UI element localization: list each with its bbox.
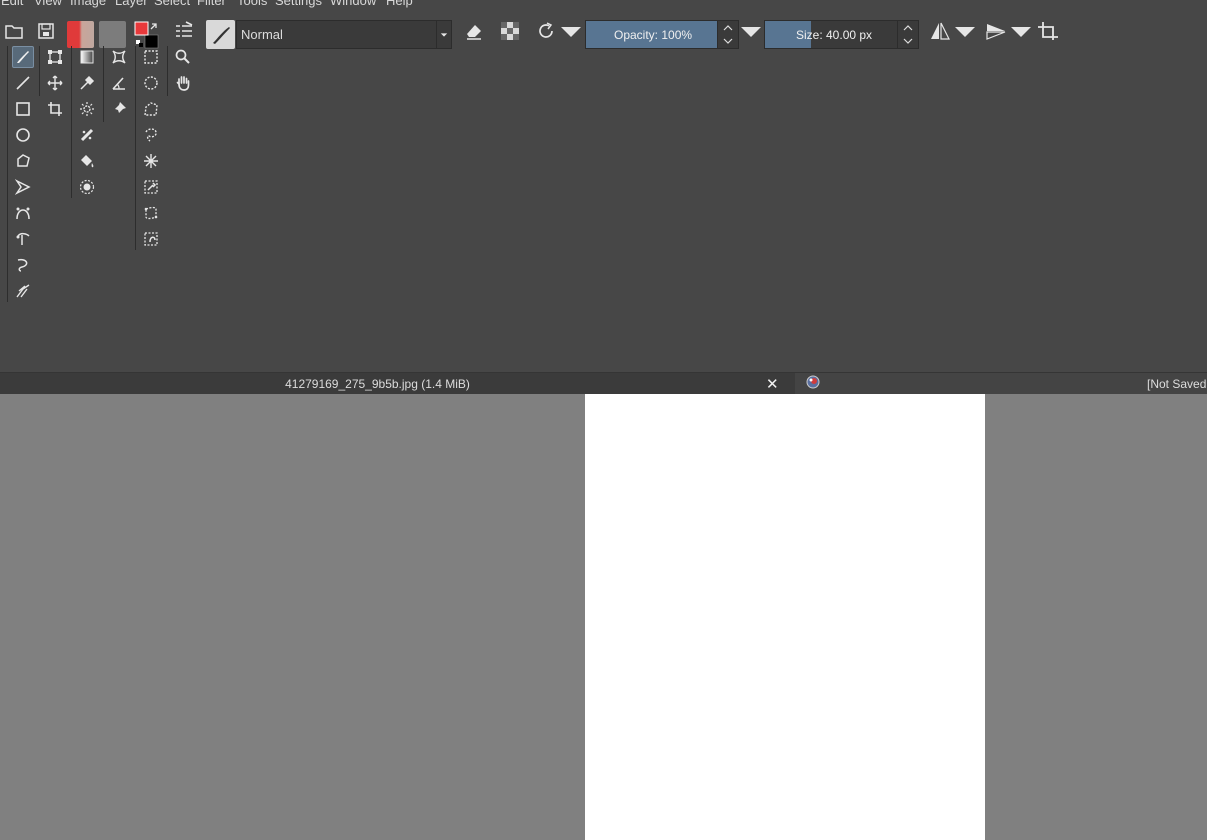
polyline-tool-icon[interactable] [12, 176, 34, 198]
crop-tool-icon[interactable] [44, 98, 66, 120]
ellipse-tool-icon[interactable] [12, 124, 34, 146]
opacity-slider[interactable]: Opacity: 100% [585, 20, 739, 49]
line-tool-icon[interactable] [12, 72, 34, 94]
document-tab-title: 41279169_275_9b5b.jpg (1.4 MiB) [285, 377, 470, 391]
transform-tool-icon[interactable] [44, 46, 66, 68]
open-file-icon[interactable] [2, 19, 26, 43]
preserve-alpha-icon[interactable] [498, 19, 522, 43]
gradient-preset-swatch[interactable] [67, 21, 94, 48]
polygonal-selection-icon[interactable] [140, 98, 162, 120]
smart-patch-tool-icon[interactable] [76, 124, 98, 146]
menubar: Edit View Image Layer Select Filter Tool… [0, 0, 1207, 8]
menu-window[interactable]: Window [330, 0, 376, 8]
toolbox-separator [135, 46, 136, 250]
menu-view[interactable]: View [34, 0, 62, 8]
menu-layer[interactable]: Layer [115, 0, 148, 8]
canvas-area[interactable] [0, 394, 1207, 840]
assistant-tool-icon[interactable] [108, 98, 130, 120]
canvas-page[interactable] [585, 394, 985, 840]
opacity-label: Opacity: 100% [614, 28, 693, 42]
toolbox-separator [167, 46, 168, 96]
chevron-down-icon [436, 21, 451, 48]
document-status-text: [Not Saved [1147, 377, 1207, 391]
toolbox-separator [39, 46, 40, 96]
rectangle-tool-icon[interactable] [12, 98, 34, 120]
document-tab-bar: 41279169_275_9b5b.jpg (1.4 MiB) ✕ [Not S… [0, 372, 1207, 395]
foreground-color-icon [134, 21, 149, 36]
brush-size-slider[interactable]: Size: 40.00 px [764, 20, 919, 49]
brush-preset-icon[interactable] [206, 20, 235, 49]
opacity-spinner[interactable] [717, 21, 738, 48]
document-tab[interactable]: 41279169_275_9b5b.jpg (1.4 MiB) ✕ [0, 373, 795, 395]
freehand-selection-icon[interactable] [140, 124, 162, 146]
fill-tool-icon[interactable] [76, 150, 98, 172]
chevron-down-icon[interactable] [1011, 19, 1031, 43]
reload-preset-icon[interactable] [534, 19, 558, 43]
blending-mode-select[interactable]: Normal [236, 20, 452, 49]
chevron-down-icon[interactable] [955, 19, 975, 43]
multibrush-tool-icon[interactable] [12, 280, 34, 302]
menu-image[interactable]: Image [70, 0, 106, 8]
wrap-around-mode-icon[interactable] [1036, 19, 1060, 43]
toolbox-separator [103, 46, 104, 122]
elliptical-selection-icon[interactable] [140, 72, 162, 94]
toolbox-separator [71, 46, 72, 198]
pan-tool-icon[interactable] [172, 72, 194, 94]
enclose-fill-tool-icon[interactable] [76, 176, 98, 198]
magnetic-selection-icon[interactable] [140, 228, 162, 250]
polygon-tool-icon[interactable] [12, 150, 34, 172]
move-tool-icon[interactable] [44, 72, 66, 94]
menu-help[interactable]: Help [386, 0, 413, 8]
measure-tool-icon[interactable] [108, 72, 130, 94]
color-picker-icon[interactable] [76, 72, 98, 94]
bezier-selection-icon[interactable] [140, 202, 162, 224]
bezier-curve-tool-icon[interactable] [12, 202, 34, 224]
dynamic-brush-tool-icon[interactable] [12, 254, 34, 276]
size-spinner[interactable] [897, 21, 918, 48]
save-icon[interactable] [34, 19, 58, 43]
warp-transform-tool-icon[interactable] [108, 46, 130, 68]
chevron-down-icon[interactable] [741, 19, 761, 43]
zoom-tool-icon[interactable] [172, 46, 194, 68]
main-toolbar: Normal Opacity: 100% Size: 40.00 px [0, 8, 1207, 49]
freehand-brush-tool-icon[interactable] [12, 46, 34, 68]
gradient-tool-icon[interactable] [76, 46, 98, 68]
colorize-mask-tool-icon[interactable] [76, 98, 98, 120]
pattern-preset-swatch[interactable] [99, 21, 126, 48]
menu-settings[interactable]: Settings [275, 0, 322, 8]
eraser-icon[interactable] [462, 19, 486, 43]
chevron-down-icon[interactable] [561, 19, 581, 43]
size-label: Size: 40.00 px [796, 28, 873, 42]
fg-bg-color-selector[interactable] [133, 21, 161, 49]
contiguous-selection-icon[interactable] [140, 150, 162, 172]
mirror-vertical-icon[interactable] [984, 19, 1008, 43]
menu-select[interactable]: Select [154, 0, 190, 8]
mirror-horizontal-icon[interactable] [928, 19, 952, 43]
tab-bar-extra: [Not Saved [795, 373, 1207, 395]
freehand-path-tool-icon[interactable] [12, 228, 34, 250]
blending-mode-value: Normal [241, 27, 283, 42]
rectangular-selection-icon[interactable] [140, 46, 162, 68]
similar-color-selection-icon[interactable] [140, 176, 162, 198]
menu-tools[interactable]: Tools [237, 0, 267, 8]
menu-edit[interactable]: Edit [1, 0, 23, 8]
close-icon[interactable]: ✕ [766, 375, 779, 393]
menu-filter[interactable]: Filter [197, 0, 226, 8]
document-status-icon [805, 374, 821, 395]
brush-editor-icon[interactable] [172, 19, 196, 43]
toolbox-handle [7, 46, 8, 302]
